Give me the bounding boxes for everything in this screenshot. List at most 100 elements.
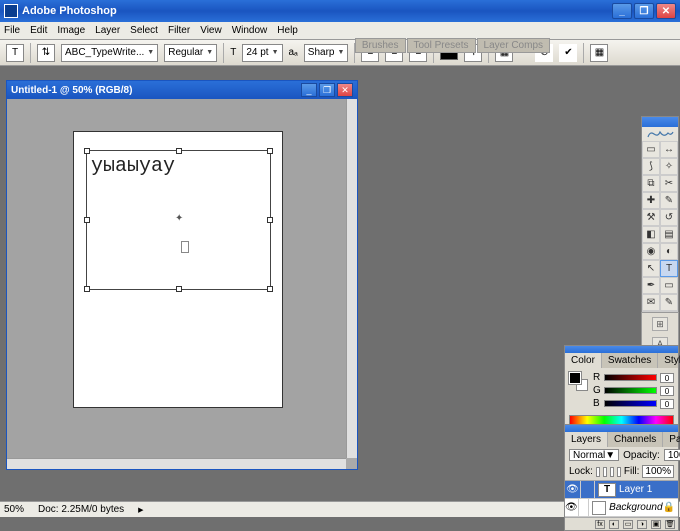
layer-mask-icon[interactable]: ◐	[609, 520, 619, 529]
blend-mode-select[interactable]: Normal ▼	[569, 449, 619, 461]
menu-window[interactable]: Window	[232, 25, 268, 36]
menu-view[interactable]: View	[200, 25, 222, 36]
eyedropper-tool-icon[interactable]: ✎	[660, 294, 678, 311]
tab-styles[interactable]: Styles	[658, 353, 680, 368]
handle-tl[interactable]	[84, 148, 90, 154]
tab-swatches[interactable]: Swatches	[602, 353, 658, 368]
doc-minimize-button[interactable]: _	[301, 83, 317, 97]
maximize-button[interactable]: ❐	[634, 3, 654, 19]
visibility-toggle-icon[interactable]: 👁	[565, 499, 579, 516]
anti-alias-select[interactable]: Sharp▼	[304, 44, 349, 62]
canvas-area[interactable]: уыаыуау ✦	[7, 99, 346, 458]
red-slider[interactable]	[604, 374, 657, 381]
new-set-icon[interactable]: ▭	[623, 520, 633, 529]
lock-all-icon[interactable]	[617, 467, 621, 477]
stamp-tool-icon[interactable]: ⚒	[642, 209, 660, 226]
type-tool-icon[interactable]: T	[660, 260, 678, 277]
menu-image[interactable]: Image	[57, 25, 85, 36]
type-tool-preset-icon[interactable]: T	[6, 44, 24, 62]
adjustment-layer-icon[interactable]: ◑	[637, 520, 647, 529]
slice-tool-icon[interactable]: ✂	[660, 175, 678, 192]
doc-maximize-button[interactable]: ❐	[319, 83, 335, 97]
tab-brushes[interactable]: Brushes	[355, 38, 406, 53]
handle-bl[interactable]	[84, 286, 90, 292]
close-button[interactable]: ✕	[656, 3, 676, 19]
menu-edit[interactable]: Edit	[30, 25, 47, 36]
visibility-toggle-icon[interactable]: 👁	[565, 481, 581, 498]
notes-tool-icon[interactable]: ✉	[642, 294, 660, 311]
new-layer-icon[interactable]: ▣	[651, 520, 661, 529]
tab-layers[interactable]: Layers	[565, 432, 608, 447]
layer-thumbnail[interactable]	[592, 501, 606, 515]
red-value[interactable]: 0	[660, 373, 674, 383]
text-bounding-box[interactable]: уыаыуау ✦	[86, 150, 271, 290]
path-select-tool-icon[interactable]: ↖	[642, 260, 660, 277]
heal-tool-icon[interactable]: ✚	[642, 192, 660, 209]
color-panel-header[interactable]	[565, 346, 678, 353]
blue-value[interactable]: 0	[660, 399, 674, 409]
vertical-scrollbar[interactable]	[346, 99, 357, 458]
pen-tool-icon[interactable]: ✒	[642, 277, 660, 294]
shape-tool-icon[interactable]: ▭	[660, 277, 678, 294]
commit-icon[interactable]: ✔	[559, 44, 577, 62]
layer-row[interactable]: 👁 Background 🔒	[565, 499, 678, 517]
layer-name[interactable]: Background	[609, 502, 662, 513]
layer-name[interactable]: Layer 1	[619, 484, 678, 495]
lock-transparency-icon[interactable]	[596, 467, 600, 477]
menu-help[interactable]: Help	[277, 25, 298, 36]
layer-thumbnail[interactable]: T	[598, 483, 616, 497]
blur-tool-icon[interactable]: ◉	[642, 243, 660, 260]
delete-layer-icon[interactable]: 🗑	[665, 520, 675, 529]
move-tool-icon[interactable]: ↔	[660, 141, 678, 158]
layer-style-icon[interactable]: fx	[595, 520, 605, 529]
menu-filter[interactable]: Filter	[168, 25, 190, 36]
menu-layer[interactable]: Layer	[95, 25, 120, 36]
menu-file[interactable]: File	[4, 25, 20, 36]
green-slider[interactable]	[604, 387, 657, 394]
typed-text[interactable]: уыаыуау	[87, 151, 270, 182]
tab-color[interactable]: Color	[565, 353, 602, 368]
handle-bc[interactable]	[176, 286, 182, 292]
tab-paths[interactable]: Paths	[663, 432, 680, 447]
canvas[interactable]: уыаыуау ✦	[73, 131, 283, 408]
opacity-input[interactable]: 100%	[664, 449, 680, 461]
zoom-level[interactable]: 50%	[4, 504, 24, 515]
layers-panel-header[interactable]	[565, 425, 678, 432]
fill-input[interactable]: 100%	[642, 465, 674, 478]
gradient-tool-icon[interactable]: ▤	[660, 226, 678, 243]
link-column[interactable]	[579, 499, 590, 516]
green-value[interactable]: 0	[660, 386, 674, 396]
handle-mr[interactable]	[267, 217, 273, 223]
tab-layer-comps[interactable]: Layer Comps	[477, 38, 550, 53]
minimize-button[interactable]: _	[612, 3, 632, 19]
lasso-tool-icon[interactable]: ⟆	[642, 158, 660, 175]
eraser-tool-icon[interactable]: ◧	[642, 226, 660, 243]
lock-position-icon[interactable]	[610, 467, 614, 477]
menu-select[interactable]: Select	[130, 25, 158, 36]
marquee-tool-icon[interactable]: ▭	[642, 141, 660, 158]
toolbox-header[interactable]	[642, 117, 678, 127]
doc-close-button[interactable]: ✕	[337, 83, 353, 97]
handle-ml[interactable]	[84, 217, 90, 223]
link-column[interactable]	[581, 481, 595, 498]
palette-icon-1[interactable]: ⊞	[652, 317, 668, 331]
orientation-toggle-icon[interactable]: ⇅	[37, 44, 55, 62]
handle-tr[interactable]	[267, 148, 273, 154]
color-panel-swatches[interactable]	[569, 372, 589, 402]
crop-tool-icon[interactable]: ⧉	[642, 175, 660, 192]
document-titlebar[interactable]: Untitled-1 @ 50% (RGB/8) _ ❐ ✕	[7, 81, 357, 99]
font-style-select[interactable]: Regular▼	[164, 44, 217, 62]
tab-channels[interactable]: Channels	[608, 432, 663, 447]
layer-row[interactable]: 👁 T Layer 1	[565, 481, 678, 499]
tab-tool-presets[interactable]: Tool Presets	[407, 38, 476, 53]
dodge-tool-icon[interactable]: ◐	[660, 243, 678, 260]
handle-tc[interactable]	[176, 148, 182, 154]
font-size-select[interactable]: 24 pt▼	[242, 44, 282, 62]
horizontal-scrollbar[interactable]	[7, 458, 346, 469]
handle-br[interactable]	[267, 286, 273, 292]
lock-pixels-icon[interactable]	[603, 467, 607, 477]
wand-tool-icon[interactable]: ✧	[660, 158, 678, 175]
blue-slider[interactable]	[604, 400, 657, 407]
font-family-select[interactable]: ABC_TypeWrite...▼	[61, 44, 158, 62]
brush-tool-icon[interactable]: ✎	[660, 192, 678, 209]
